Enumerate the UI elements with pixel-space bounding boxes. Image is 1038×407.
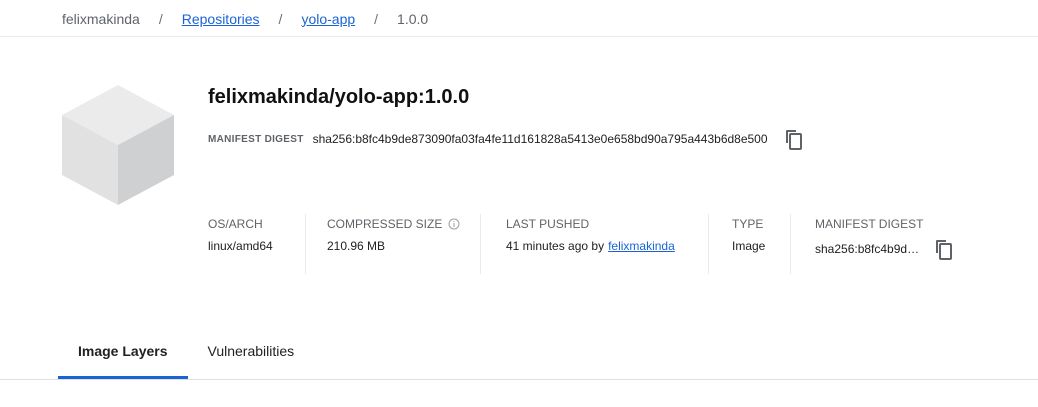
image-metadata: OS/ARCH linux/amd64 COMPRESSED SIZE 210.…: [0, 214, 1038, 274]
column-divider: [480, 214, 481, 274]
breadcrumb-separator: /: [374, 10, 379, 27]
compressed-size-value: 210.96 MB: [327, 239, 386, 253]
type-label: TYPE: [732, 217, 764, 231]
manifest-digest-row: MANIFEST DIGEST sha256:b8fc4b9de873090fa…: [208, 128, 804, 150]
breadcrumb-user: felixmakinda: [62, 10, 140, 27]
compressed-size-label: COMPRESSED SIZE: [327, 217, 443, 231]
copy-icon: [935, 239, 952, 260]
manifest-digest-summary: MANIFEST DIGEST sha256:b8fc4b9d…: [815, 214, 953, 260]
column-divider: [790, 214, 791, 274]
tab-bar: Image Layers Vulnerabilities: [58, 325, 314, 379]
type-value: Image: [732, 239, 766, 253]
last-pushed-label: LAST PUSHED: [506, 217, 590, 231]
breadcrumb-separator: /: [158, 10, 163, 27]
image-title: felixmakinda/yolo-app:1.0.0: [208, 86, 470, 108]
copy-summary-digest-button[interactable]: [933, 239, 953, 260]
manifest-digest-summary-label: MANIFEST DIGEST: [815, 217, 924, 231]
manifest-digest-value: sha256:b8fc4b9de873090fa03fa4fe11d161828…: [312, 132, 768, 146]
manifest-digest-summary-value: sha256:b8fc4b9d…: [815, 242, 920, 256]
breadcrumb-repo-link[interactable]: yolo-app: [301, 11, 355, 27]
column-divider: [305, 214, 306, 274]
compressed-size: COMPRESSED SIZE 210.96 MB: [327, 214, 460, 253]
manifest-digest-label: MANIFEST DIGEST: [208, 133, 304, 145]
type: TYPE Image: [732, 214, 765, 253]
os-arch: OS/ARCH linux/amd64: [208, 214, 273, 253]
tab-vulnerabilities[interactable]: Vulnerabilities: [188, 325, 315, 376]
pushed-by-user-link[interactable]: felixmakinda: [608, 239, 675, 253]
breadcrumb-repositories-link[interactable]: Repositories: [182, 11, 260, 27]
tab-image-layers[interactable]: Image Layers: [58, 325, 188, 379]
info-circle-icon: [448, 218, 460, 230]
os-arch-value: linux/amd64: [208, 239, 273, 253]
breadcrumb-separator: /: [278, 10, 283, 27]
header-divider: [0, 36, 1038, 37]
os-arch-label: OS/ARCH: [208, 217, 263, 231]
tabs-divider: [0, 379, 1038, 380]
copy-icon: [786, 129, 803, 150]
column-divider: [708, 214, 709, 274]
breadcrumb-tag: 1.0.0: [397, 10, 429, 27]
image-cube-icon: [62, 85, 174, 205]
copy-digest-button[interactable]: [784, 128, 804, 150]
info-icon[interactable]: [448, 218, 460, 230]
last-pushed: LAST PUSHED 41 minutes ago by felixmakin…: [506, 214, 675, 253]
breadcrumb: felixmakinda / Repositories / yolo-app /…: [62, 0, 428, 37]
last-pushed-value: 41 minutes ago by: [506, 239, 605, 253]
